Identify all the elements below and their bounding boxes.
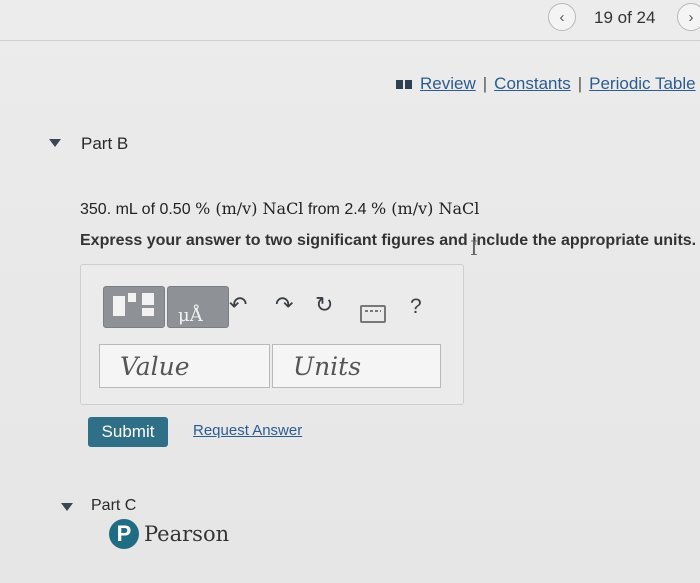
redo-icon[interactable]: ↷ [275,294,293,316]
top-navigation: ‹ 19 of 24 › [0,0,700,36]
undo-icon[interactable]: ↶ [229,294,247,316]
collapse-part-c-icon[interactable] [61,503,73,511]
submit-button[interactable]: Submit [88,417,168,447]
question-counter: 19 of 24 [594,8,656,27]
part-b-label[interactable]: Part B [81,134,128,154]
units-icon: μÅ [178,305,203,326]
review-link[interactable]: Review [420,74,476,94]
problem-unit-1: % (m/v) NaCl [195,199,304,218]
part-c-label[interactable]: Part C [91,497,136,515]
units-input[interactable]: Units [272,344,441,388]
collapse-part-b-icon[interactable] [49,139,61,147]
instruction-text: Express your answer to two significant f… [80,232,697,249]
separator: | [577,74,583,93]
problem-statement: 350. mL of 0.50 % (m/v) NaCl from 2.4 % … [80,199,479,219]
book-icon [396,79,412,89]
units-button[interactable]: μÅ [167,286,229,328]
problem-volume: 350. mL [80,201,138,218]
pearson-logo: P Pearson [109,519,229,549]
reset-icon[interactable]: ↻ [315,294,333,316]
resources-bar: Review | Constants | Periodic Table [396,74,696,94]
periodic-table-link[interactable]: Periodic Table [589,74,695,94]
chevron-left-icon: ‹ [559,8,565,26]
problem-unit-2: % (m/v) NaCl [371,199,480,218]
template-icon-part [142,293,154,305]
problem-from: from 2.4 [307,201,367,218]
templates-button[interactable] [103,286,165,328]
pearson-logo-icon: P [109,519,139,549]
value-input[interactable]: Value [99,344,270,388]
keyboard-icon[interactable] [360,305,386,323]
request-answer-link[interactable]: Request Answer [193,422,302,439]
template-icon [113,296,125,316]
separator: | [482,74,488,93]
help-button[interactable]: ? [410,295,422,319]
constants-link[interactable]: Constants [494,74,571,94]
pearson-wordmark: Pearson [144,522,230,546]
chevron-right-icon: › [688,8,694,26]
text-cursor-icon: I [470,236,478,260]
divider [0,40,700,41]
previous-question-button[interactable]: ‹ [548,3,576,31]
next-question-button[interactable]: › [677,3,700,31]
problem-of: of 0.50 [141,201,191,218]
template-icon-part [142,308,154,316]
template-icon-part [128,293,136,302]
